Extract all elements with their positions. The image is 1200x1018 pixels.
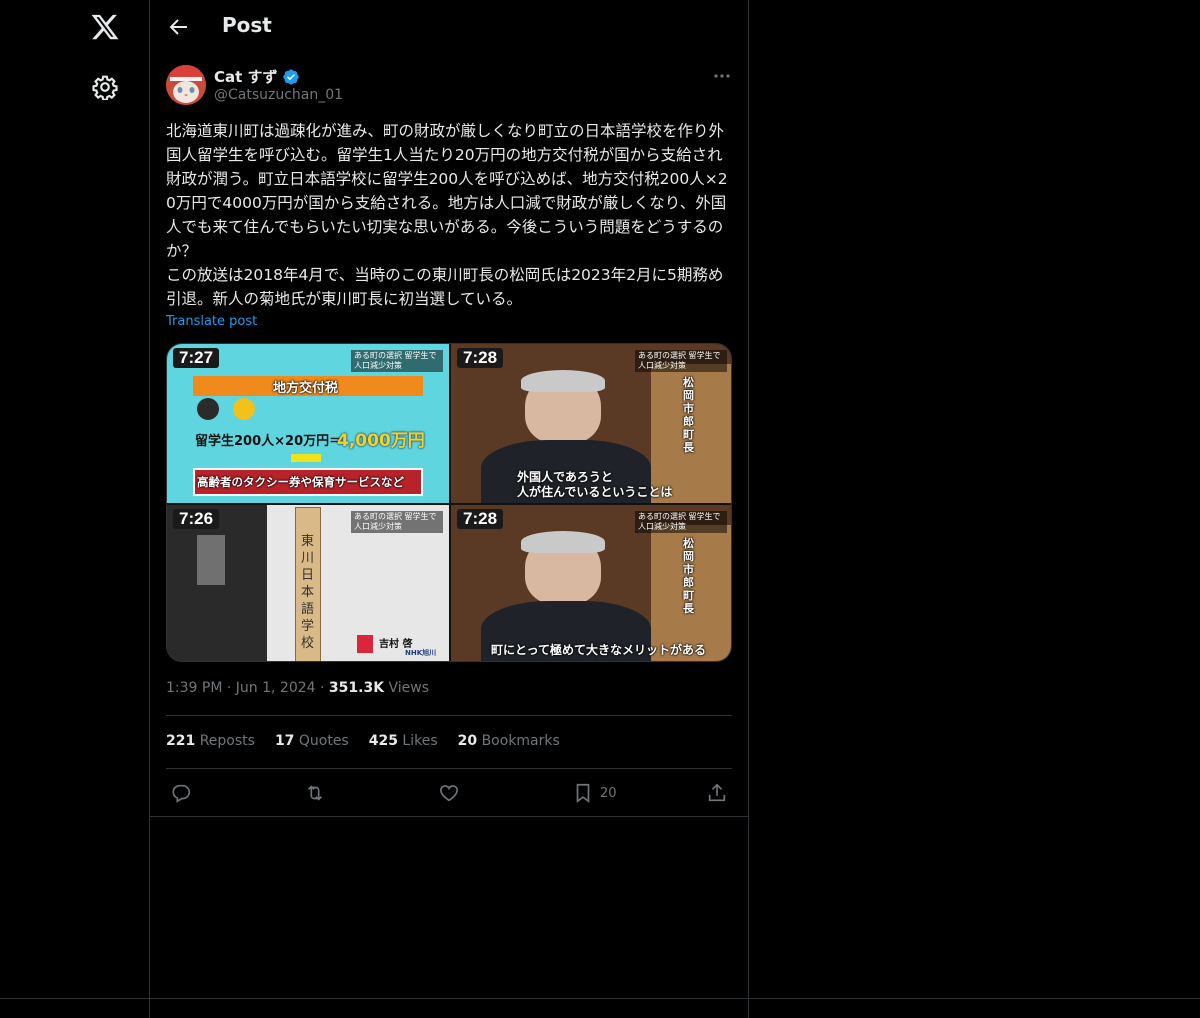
views-count: 351.3K xyxy=(328,680,385,696)
action-bar: 20 xyxy=(166,780,732,808)
tv-banner: ある町の選択 留学生で人口減少対策 xyxy=(351,511,443,533)
bottom-divider xyxy=(0,998,1200,999)
tv-clock: 7:27 xyxy=(173,348,220,368)
translate-post-link[interactable]: Translate post xyxy=(166,314,257,329)
tv-clock: 7:28 xyxy=(457,509,504,529)
verified-badge-icon xyxy=(282,69,299,84)
reposts-stat[interactable]: 221 Reposts xyxy=(166,733,255,749)
formula-left: 留学生200人×20万円＝ xyxy=(195,434,343,449)
formula-right: 4,000万円 xyxy=(337,431,425,451)
bookmarks-label: Bookmarks xyxy=(481,733,560,749)
reporter-org: NHK旭川 xyxy=(405,649,437,657)
quotes-stat[interactable]: 17 Quotes xyxy=(275,733,349,749)
bookmarks-count: 20 xyxy=(457,733,478,749)
tv-clock: 7:26 xyxy=(173,509,220,529)
tv-banner: ある町の選択 留学生で人口減少対策 xyxy=(635,511,727,533)
bookmarks-stat[interactable]: 20 Bookmarks xyxy=(458,733,560,749)
heart-icon xyxy=(439,785,459,802)
tv-side-caption: 松岡市郎町長 xyxy=(683,537,694,615)
bookmark-button[interactable]: 20 xyxy=(572,782,617,804)
tv-headline: 地方交付税 xyxy=(273,381,339,396)
quotes-label: Quotes xyxy=(298,733,349,749)
reposts-label: Reposts xyxy=(199,733,255,749)
post-header: Post xyxy=(150,0,748,54)
tv-clock: 7:28 xyxy=(457,348,504,368)
tv-bottom-caption: 高齢者のタクシー券や保育サービスなど xyxy=(197,475,404,489)
avatar[interactable] xyxy=(166,65,206,105)
tv-caption: 町にとって極めて大きなメリットがある xyxy=(491,643,707,657)
tv-banner: ある町の選択 留学生で人口減少対策 xyxy=(351,350,443,372)
divider xyxy=(150,816,748,817)
gear-icon[interactable] xyxy=(92,74,118,100)
report-badge xyxy=(357,635,373,653)
quotes-count: 17 xyxy=(274,733,295,749)
reply-icon xyxy=(172,784,191,803)
author-handle[interactable]: @Catsuzuchan_01 xyxy=(214,87,343,103)
divider xyxy=(166,768,732,769)
bookmark-icon xyxy=(576,783,590,803)
media-image-1[interactable]: 7:27 ある町の選択 留学生で人口減少対策 地方交付税 留学生200人×20万… xyxy=(167,344,449,503)
tv-side-caption: 松岡市郎町長 xyxy=(683,376,694,454)
share-button[interactable] xyxy=(706,782,728,804)
school-sign-text: 東川日本語学校 xyxy=(301,534,315,651)
post-text: 北海道東川町は過疎化が進み、町の財政が厳しくなり町立の日本語学校を作り外国人留学… xyxy=(166,122,728,308)
repost-button[interactable] xyxy=(304,782,326,804)
post-meta: 1:39 PM · Jun 1, 2024 · 351.3K Views xyxy=(166,680,430,696)
likes-count: 425 xyxy=(368,733,398,749)
tv-banner: ある町の選択 留学生で人口減少対策 xyxy=(635,350,727,372)
author-name-text[interactable]: Cat すず xyxy=(214,66,278,87)
arrow-left-icon[interactable] xyxy=(166,15,190,39)
like-button[interactable] xyxy=(438,782,460,804)
cat-avatar-image xyxy=(166,65,206,105)
left-nav xyxy=(0,0,150,1018)
share-icon xyxy=(708,783,726,802)
media-grid[interactable]: 7:27 ある町の選択 留学生で人口減少対策 地方交付税 留学生200人×20万… xyxy=(166,343,732,662)
views-label: Views xyxy=(388,680,430,696)
media-image-4[interactable]: 7:28 ある町の選択 留学生で人口減少対策 松岡市郎町長 町にとって極めて大き… xyxy=(451,505,731,661)
student-figure-2 xyxy=(233,398,255,420)
window-glass xyxy=(197,535,225,585)
reply-button[interactable] xyxy=(170,782,192,804)
person-hair xyxy=(521,531,605,553)
tv-caption: 外国人であろうと 人が住んでいるということは xyxy=(517,470,673,499)
media-image-2[interactable]: 7:28 ある町の選択 留学生で人口減少対策 松岡市郎町長 外国人であろうと 人… xyxy=(451,344,731,503)
page-title: Post xyxy=(222,13,272,37)
repost-icon xyxy=(307,785,323,801)
x-logo-icon[interactable] xyxy=(90,12,120,42)
likes-label: Likes xyxy=(402,733,438,749)
student-figure-1 xyxy=(197,398,219,420)
post-date[interactable]: Jun 1, 2024 xyxy=(236,680,316,696)
likes-stat[interactable]: 425 Likes xyxy=(369,733,438,749)
divider xyxy=(166,715,732,716)
post-time[interactable]: 1:39 PM xyxy=(166,680,222,696)
person-hair xyxy=(521,370,605,392)
more-options-icon[interactable] xyxy=(712,66,732,86)
bookmark-count: 20 xyxy=(600,785,617,801)
post-column: Post Cat すず @Catsuzuchan_01 北海道東川町は過疎化が進… xyxy=(150,0,749,1018)
down-arrow xyxy=(291,454,321,462)
reposts-count: 221 xyxy=(166,733,196,749)
author-name[interactable]: Cat すず xyxy=(214,66,300,87)
media-image-3[interactable]: 東川日本語学校 7:26 ある町の選択 留学生で人口減少対策 吉村 啓 NHK旭… xyxy=(167,505,449,661)
post-stats: 221 Reposts 17 Quotes 425 Likes 20 Bookm… xyxy=(166,733,560,749)
